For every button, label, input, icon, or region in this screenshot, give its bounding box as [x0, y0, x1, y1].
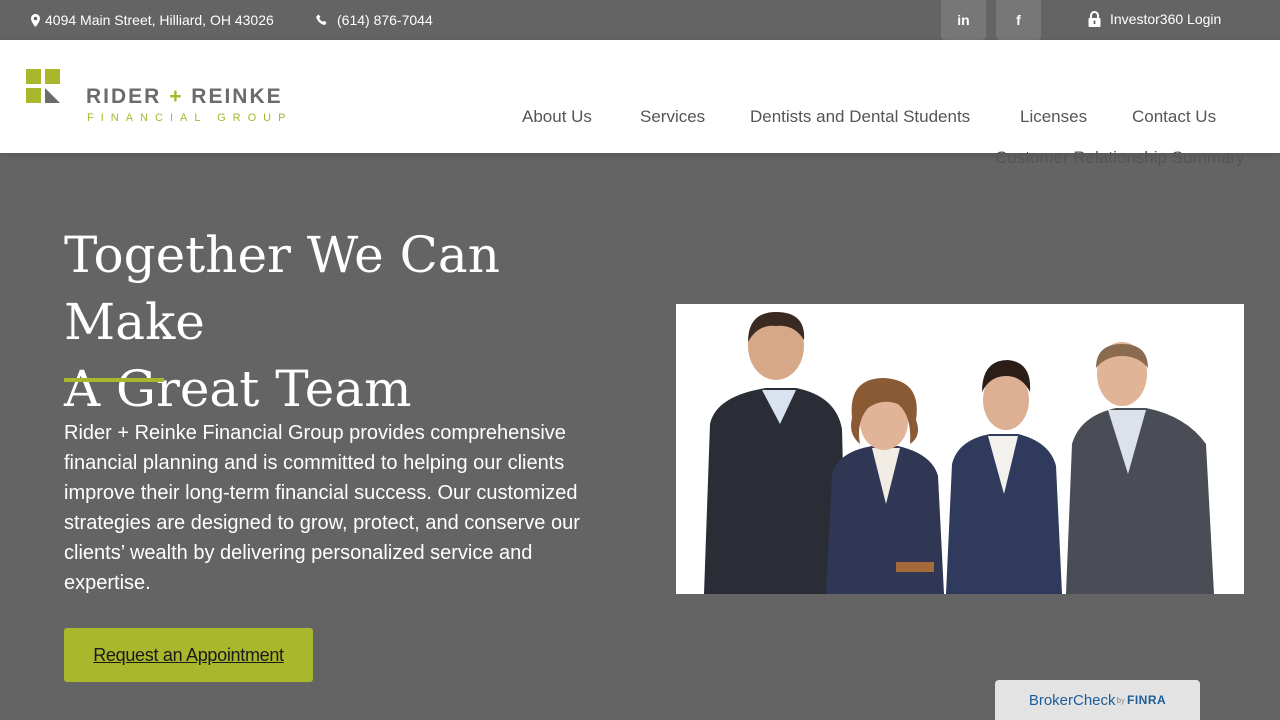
hero-title-line1: Together We Can Make: [64, 226, 500, 351]
linkedin-icon: in: [957, 12, 970, 28]
logo-subtitle: FINANCIAL GROUP: [87, 112, 293, 124]
nav-about-us[interactable]: About Us: [522, 107, 592, 127]
address-text: 4094 Main Street, Hilliard, OH 43026: [45, 12, 274, 28]
hero-divider: [64, 378, 164, 382]
logo-name-left: RIDER: [86, 85, 162, 108]
brokercheck-by: by: [1116, 695, 1125, 705]
phone-icon: [316, 14, 327, 25]
nav-services[interactable]: Services: [640, 107, 705, 127]
phone-text: (614) 876-7044: [337, 12, 433, 28]
brokercheck-badge[interactable]: BrokerCheck by FINRA: [995, 680, 1200, 720]
team-photo-illustration: [676, 304, 1244, 594]
hero-title-line2: A Great Team: [64, 360, 412, 418]
lock-icon: [1088, 11, 1101, 27]
logo-square: [26, 88, 41, 103]
nav-dentists[interactable]: Dentists and Dental Students: [750, 107, 970, 127]
logo-square: [26, 69, 41, 84]
hero-description: Rider + Reinke Financial Group provides …: [64, 422, 580, 594]
logo-name-right: REINKE: [191, 85, 283, 108]
map-marker-icon: [31, 13, 40, 27]
hero-title: Together We Can Make A Great Team: [64, 222, 624, 423]
logo[interactable]: RIDER + REINKE FINANCIAL GROUP: [26, 69, 285, 129]
nav-contact-us[interactable]: Contact Us: [1132, 107, 1216, 127]
finra-label: FINRA: [1126, 693, 1167, 707]
investor360-login-link[interactable]: Investor360 Login: [1088, 11, 1221, 27]
login-label: Investor360 Login: [1110, 11, 1222, 27]
facebook-icon: f: [1016, 12, 1021, 28]
nav-customer-relationship-summary[interactable]: Customer Relationship Summary: [995, 148, 1244, 168]
facebook-button[interactable]: f: [996, 0, 1041, 40]
request-appointment-button[interactable]: Request an Appointment: [64, 628, 313, 682]
logo-triangle: [45, 88, 60, 103]
linkedin-button[interactable]: in: [941, 0, 986, 40]
nav-licenses[interactable]: Licenses: [1020, 107, 1087, 127]
logo-square: [45, 69, 60, 84]
team-photo: [676, 304, 1244, 594]
logo-name: RIDER + REINKE: [86, 85, 283, 109]
brokercheck-brand: BrokerCheck: [1028, 691, 1116, 709]
phone[interactable]: (614) 876-7044: [316, 12, 433, 28]
logo-plus: +: [169, 85, 184, 108]
top-bar: 4094 Main Street, Hilliard, OH 43026 (61…: [0, 0, 1280, 40]
address[interactable]: 4094 Main Street, Hilliard, OH 43026: [31, 12, 274, 28]
site-header: RIDER + REINKE FINANCIAL GROUP About Us …: [0, 40, 1280, 167]
